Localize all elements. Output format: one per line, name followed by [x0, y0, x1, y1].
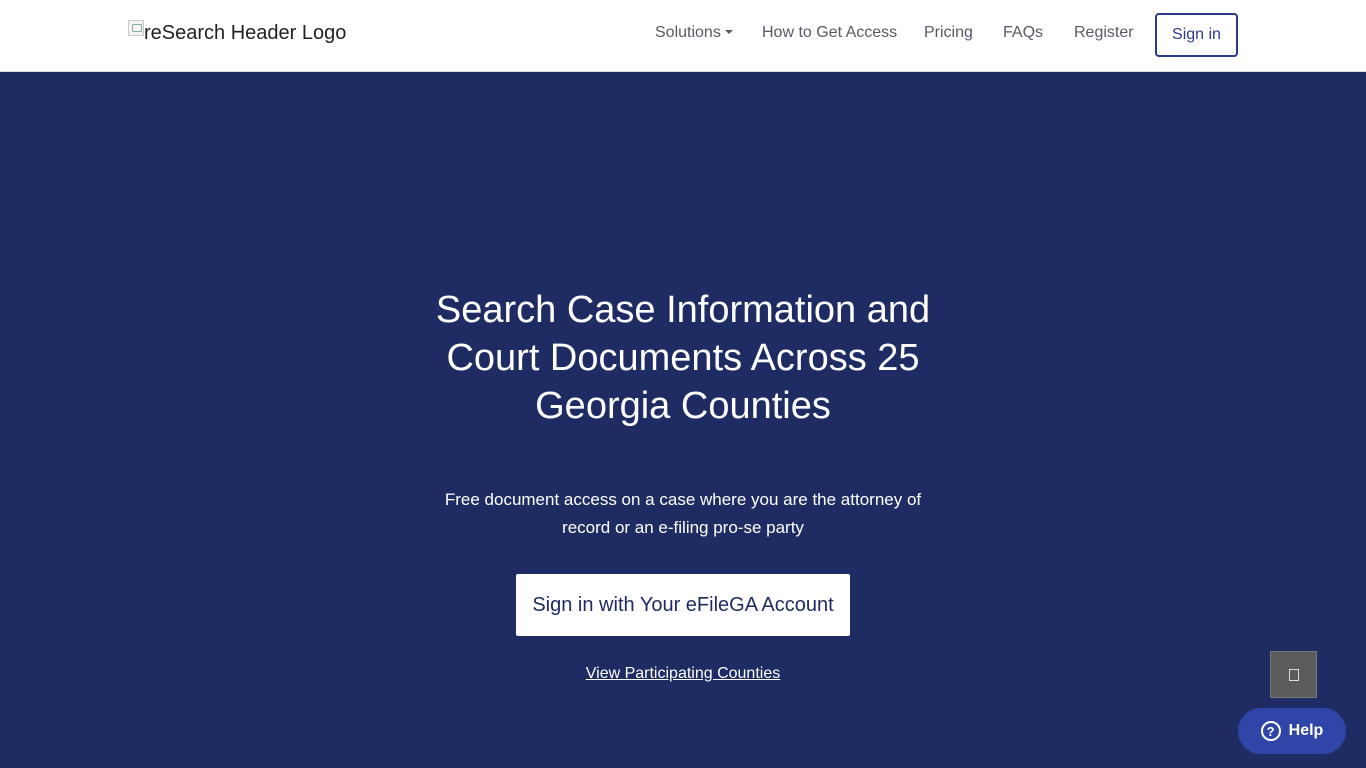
square-icon	[1288, 668, 1299, 681]
nav-how-to-get-access[interactable]: How to Get Access	[762, 24, 897, 42]
view-participating-counties-link[interactable]: View Participating Counties	[433, 665, 933, 683]
nav-solutions-label: Solutions	[655, 24, 721, 41]
site-logo[interactable]: reSearch Header Logo	[128, 19, 347, 45]
question-circle-icon: ?	[1260, 721, 1281, 741]
nav-pricing[interactable]: Pricing	[924, 24, 973, 42]
sign-in-button[interactable]: Sign in	[1155, 13, 1238, 57]
help-button[interactable]: ? Help	[1238, 708, 1346, 754]
caret-down-icon	[724, 30, 733, 34]
hero-subtitle: Free document access on a case where you…	[444, 490, 922, 537]
help-label: Help	[1288, 722, 1324, 739]
efilega-sign-in-button[interactable]: Sign in with Your eFileGA Account	[516, 574, 850, 636]
nav-faqs[interactable]: FAQs	[1003, 24, 1043, 42]
scroll-to-top-button[interactable]	[1270, 651, 1317, 698]
site-header: reSearch Header Logo Solutions How to Ge…	[0, 0, 1366, 72]
hero-title: Search Case Information and Court Docume…	[435, 289, 931, 427]
hero-section: Search Case Information and Court Docume…	[0, 72, 1366, 768]
broken-image-icon	[128, 19, 144, 36]
nav-solutions-dropdown[interactable]: Solutions	[655, 24, 733, 42]
logo-alt-text: reSearch Header Logo	[144, 22, 347, 44]
nav-register[interactable]: Register	[1074, 24, 1134, 42]
